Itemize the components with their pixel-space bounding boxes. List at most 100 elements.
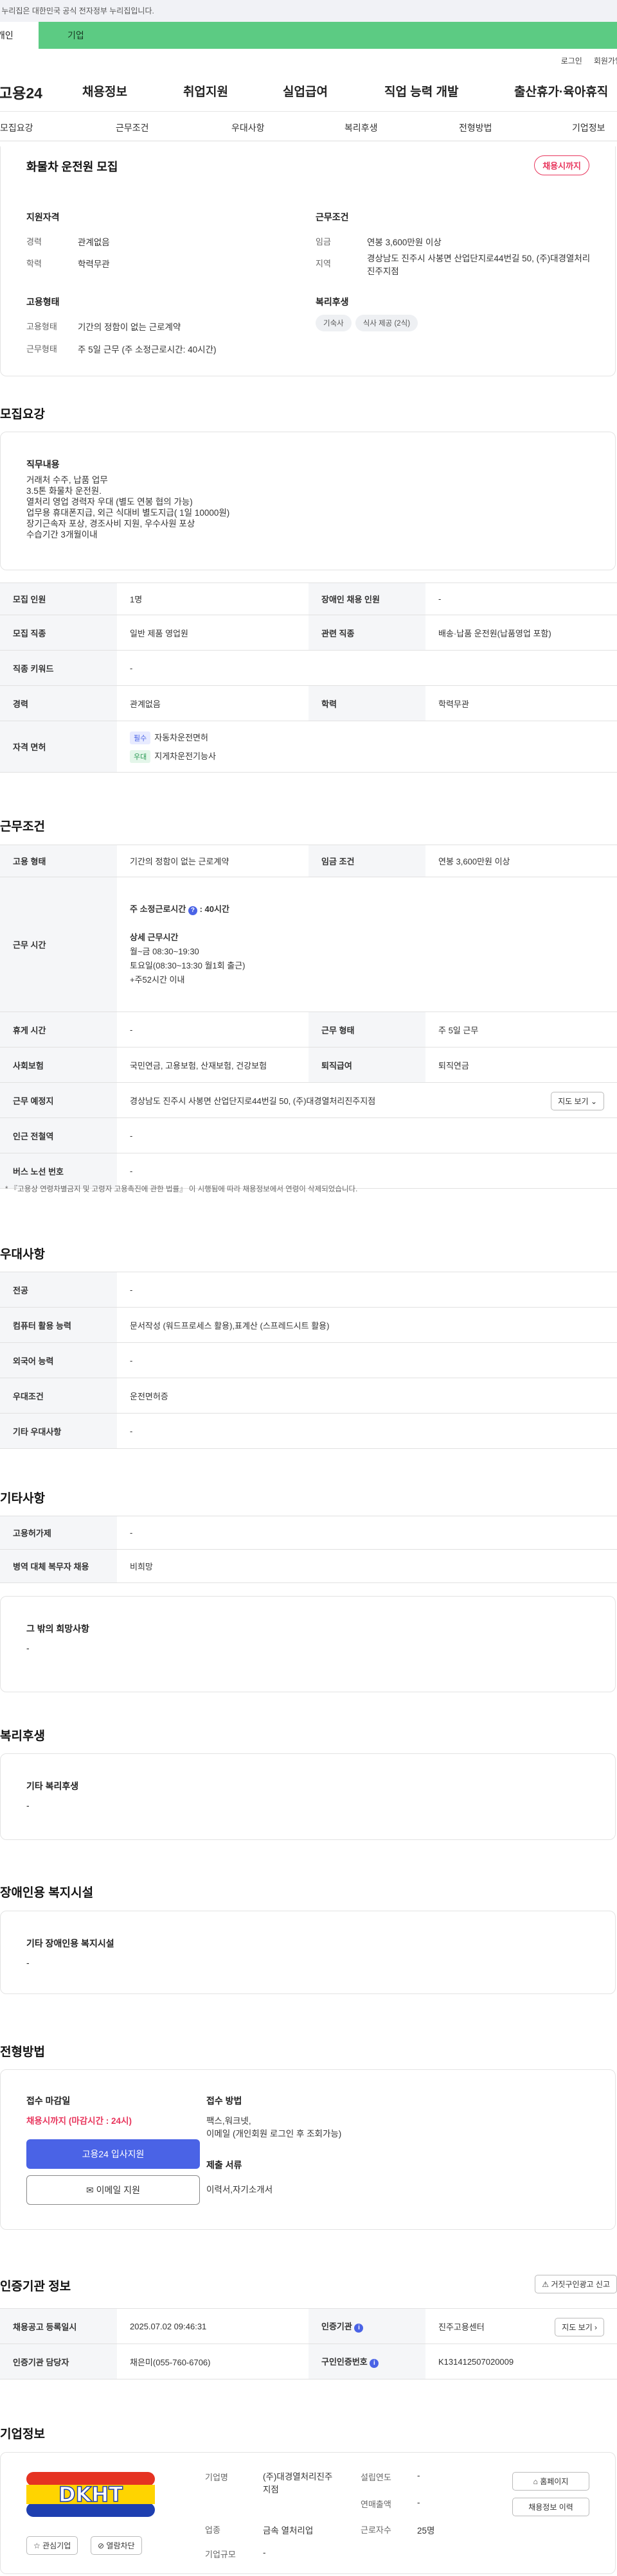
nav-maternity-leave[interactable]: 출산휴가·육아휴직 [514, 82, 608, 100]
warning-icon: ⚠ [542, 2280, 549, 2289]
cell-value: - [117, 1012, 308, 1047]
cell-value: - [117, 1516, 617, 1550]
cell-head: 근무 예정지 [0, 1082, 117, 1118]
apply-button[interactable]: 고용24 입사지원 [26, 2139, 200, 2169]
sales-label: 연매출액 [361, 2500, 391, 2509]
member-tabs: 개인 기업 [0, 22, 617, 49]
cell-head: 전공 [0, 1272, 117, 1308]
section-title-disability: 장애인용 복지시설 [0, 1886, 94, 1900]
info-icon[interactable]: ? [188, 906, 197, 915]
nav-unemployment-benefit[interactable]: 실업급여 [283, 82, 328, 100]
table-row: 경력 관계없음 학력 학력무관 [0, 685, 617, 721]
exp-label: 경력 [26, 237, 42, 247]
cell-value: 채은미(055-760-6706) [117, 2344, 308, 2379]
email-apply-button[interactable]: ✉ 이메일 지원 [26, 2175, 200, 2205]
cell-head: 임금 조건 [308, 845, 425, 877]
mail-icon: ✉ [86, 2185, 94, 2195]
table-row: 채용공고 등록일시 2025.07.02 09:46:31 인증기관 i 진주고용… [0, 2308, 617, 2344]
exp-value: 관계없음 [78, 238, 110, 247]
wage-label: 임금 [316, 237, 331, 247]
tab-company[interactable]: 기업 [39, 22, 617, 49]
subnav-company[interactable]: 기업정보 [572, 121, 605, 134]
duty-line: 열처리 영업 경력자 우대 (별도 연봉 협의 가능) [26, 497, 193, 507]
docs-value: 이력서,자기소개서 [206, 2185, 273, 2195]
cell-value: - [425, 583, 617, 615]
cell-head: 퇴직급여 [308, 1047, 425, 1083]
docs-label: 제출 서류 [206, 2160, 242, 2170]
cell-value: 1명 [117, 583, 308, 615]
hours-line: +주52시간 이내 [130, 974, 185, 985]
edu-label: 학력 [26, 259, 42, 268]
edu-value: 학력무관 [78, 259, 110, 269]
cell-value: 배송·납품 운전원(납품영업 포함) [425, 615, 617, 651]
tab-personal[interactable]: 개인 [0, 22, 39, 49]
year-value: - [417, 2471, 420, 2480]
table-row: 모집 인원 1명 장애인 채용 인원 - [0, 583, 617, 615]
size-label: 기업규모 [205, 2550, 236, 2559]
age-notice: * 『고용상 연령차별금지 및 고령자 고용촉진에 관한 법률』 이 시행됨에 … [5, 1186, 358, 1193]
cond-title: 근무조건 [316, 212, 349, 222]
cell-head: 기타 우대사항 [0, 1413, 117, 1449]
report-fake-ad-button[interactable]: ⚠ 거짓구인광고 신고 [535, 2275, 617, 2293]
subnav-recruit[interactable]: 모집요강 [0, 121, 33, 134]
method-label: 접수 방법 [206, 2096, 242, 2106]
wage-value: 연봉 3,600만원 이상 [367, 238, 442, 247]
cell-head: 모집 직종 [0, 615, 117, 651]
info-icon[interactable]: i [370, 2359, 379, 2368]
table-row: 근무 예정지 경상남도 진주시 사봉면 산업단지로44번길 50, (주)대경열… [0, 1082, 617, 1118]
auth-map-button[interactable]: 지도 보기 › [555, 2318, 604, 2336]
cell-value: 일반 제품 영업원 [117, 615, 308, 651]
site-logo[interactable]: 고용24 [0, 81, 57, 103]
cell-head: 장애인 채용 인원 [308, 583, 425, 615]
emp-type-value: 기간의 정함이 없는 근로계약 [78, 322, 181, 332]
duty-line: 업무용 휴대폰지급, 외근 식대비 별도지급( 1일 10000원) [26, 508, 230, 518]
subnav-process[interactable]: 전형방법 [459, 121, 492, 134]
work-form-label: 근무형태 [26, 344, 57, 354]
dkht-logo-icon: DKHT [26, 2472, 155, 2517]
block-company-button[interactable]: ⊘ 열람차단 [91, 2536, 142, 2555]
section-title-company: 기업정보 [0, 2428, 45, 2441]
map-button[interactable]: 지도 보기 ⌄ [551, 1092, 604, 1110]
cell-head: 고용 형태 [0, 845, 117, 877]
etc-table: 고용허가제 - 병역 대체 복무자 채용 비희망 [0, 1516, 617, 1583]
cell-head: 자격 면허 [0, 721, 117, 773]
subnav-preferences[interactable]: 우대사항 [231, 121, 265, 134]
cell-head: 직종 키워드 [0, 650, 117, 686]
disability-box: 기타 장애인용 복지시설 - [0, 1911, 616, 1994]
cell-value: 진주고용센터 지도 보기 › [425, 2308, 617, 2344]
deadline-badge: 채용시까지 [534, 155, 589, 175]
block-icon: ⊘ [98, 2541, 105, 2550]
gov-banner: 이 누리집은 대한민국 공식 전자정부 누리집입니다. [0, 0, 617, 22]
duty-line: 수습기간 3개월이내 [26, 530, 98, 539]
duty-line: 장기근속자 포상, 경조사비 지원, 우수사원 포상 [26, 519, 195, 529]
table-row: 사회보험 국민연금, 고용보험, 산재보험, 건강보험 퇴직급여 퇴직연금 [0, 1047, 617, 1083]
emp-title: 고용형태 [26, 297, 60, 307]
nav-jobs[interactable]: 채용정보 [82, 82, 127, 100]
cell-head: 인증기관 i [308, 2308, 425, 2344]
table-row: 전공 - [0, 1272, 617, 1308]
nav-vocational-training[interactable]: 직업 능력 개발 [384, 82, 458, 100]
nav-employment-support[interactable]: 취업지원 [183, 82, 228, 100]
cell-value: K131412507020009 [425, 2344, 617, 2379]
cell-head: 우대조건 [0, 1378, 117, 1414]
work-form-value: 주 5일 근무 (주 소정근로시간: 40시간) [78, 345, 217, 355]
process-box: 접수 마감일 채용시까지 (마감시간 : 24시) 고용24 입사지원 ✉ 이메… [0, 2069, 616, 2230]
cell-value: 국민연금, 고용보험, 산재보험, 건강보험 [117, 1047, 308, 1083]
cell-head: 채용공고 등록일시 [0, 2308, 117, 2344]
info-icon[interactable]: i [354, 2324, 364, 2333]
work-hours: 주 소정근로시간 ? : 40시간 상세 근무시간 월~금 08:30~19:3… [117, 877, 617, 1012]
cell-value: - [117, 1342, 617, 1378]
welfare-box: 기타 복리후생 - [0, 1753, 616, 1840]
method-value: 팩스,워크넷, 이메일 (개인회원 로그인 후 조회가능) [206, 2116, 342, 2139]
signup-link[interactable]: 회원가입 [594, 57, 617, 66]
subnav-welfare[interactable]: 복리후생 [344, 121, 378, 134]
subnav-conditions[interactable]: 근무조건 [116, 121, 149, 134]
section-title-conditions: 근무조건 [0, 820, 45, 834]
homepage-button[interactable]: ⌂ 홈페이지 [512, 2472, 589, 2491]
table-row: 직종 키워드 - [0, 650, 617, 686]
favorite-company-button[interactable]: ☆ 관심기업 [26, 2536, 78, 2555]
chevron-down-icon: ⌄ [590, 1097, 597, 1106]
cell-head: 경력 [0, 685, 117, 721]
login-link[interactable]: 로그인 [561, 57, 582, 66]
job-history-button[interactable]: 채용정보 이력 [512, 2498, 589, 2516]
